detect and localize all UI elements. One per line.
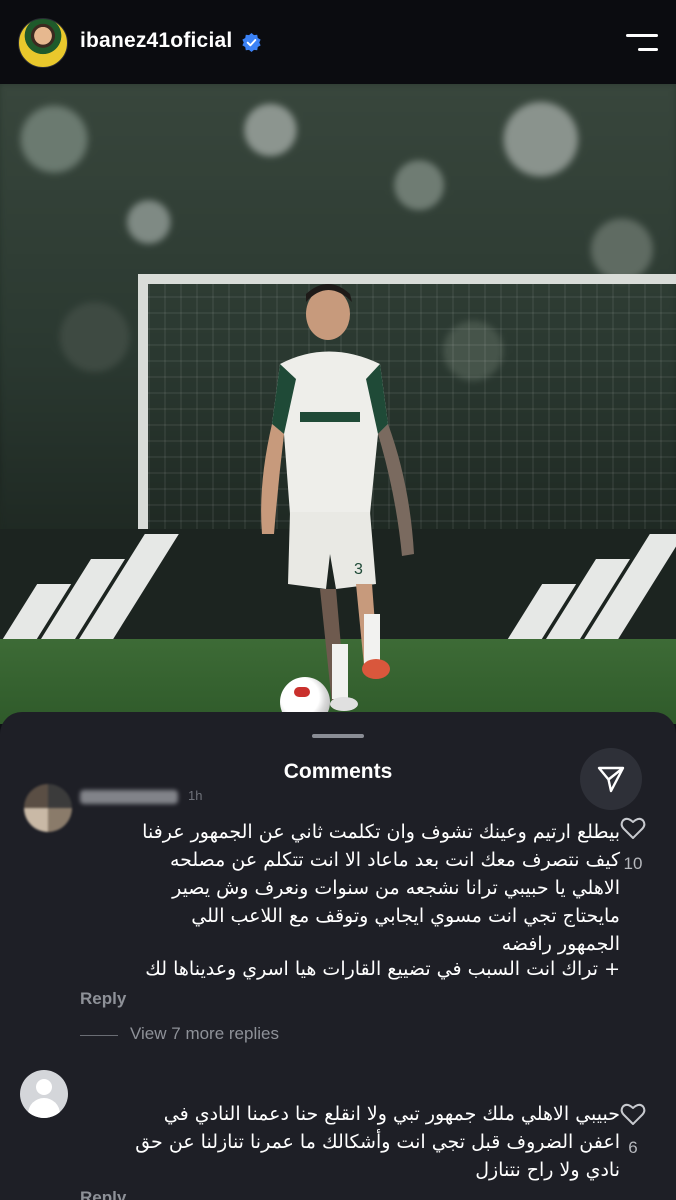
- comment-line: كيف نتصرف معك انت بعد ماعاد الا انت تتكل…: [169, 849, 620, 871]
- comment-line: الاهلي يا حبيبي ترانا نشجعه من سنوات ونع…: [172, 877, 620, 899]
- comment-line: نادي ولا راح نتنازل: [475, 1159, 620, 1181]
- replies-divider: [80, 1035, 118, 1036]
- heart-icon[interactable]: [620, 816, 646, 840]
- commenter-username[interactable]: [80, 790, 178, 804]
- like-count: 10: [623, 854, 643, 873]
- comment-line: حبيبي الاهلي ملك جمهور تبي ولا انقلع حنا…: [163, 1103, 620, 1125]
- comment-time: 1h: [188, 788, 203, 803]
- username[interactable]: ibanez41oficial: [80, 29, 232, 53]
- sheet-title: Comments: [283, 760, 393, 783]
- like-count: 6: [628, 1138, 638, 1157]
- comment-line: + تراك انت السبب في تضييع القارات هيا اس…: [145, 958, 620, 980]
- comment-line: اعفن الضروف قبل تجي انت وأشكالك ما عمرنا…: [135, 1131, 620, 1153]
- profile-avatar[interactable]: [18, 18, 68, 68]
- comment-line: الجمهور رافضه: [501, 933, 620, 955]
- comment-line: مايحتاج تجي انت مسوي ايجابي وتوقف مع الل…: [191, 905, 620, 927]
- post-photo[interactable]: 3: [0, 84, 676, 724]
- send-icon: [597, 766, 625, 793]
- reply-button[interactable]: Reply: [80, 1188, 126, 1200]
- heart-icon[interactable]: [620, 1102, 646, 1126]
- verified-badge-icon: [242, 33, 261, 52]
- comment-line: بيطلع ارتيم وعينك تشوف وان تكلمت ثاني عن…: [142, 821, 620, 843]
- hamburger-menu-icon[interactable]: [626, 34, 658, 54]
- default-avatar-icon[interactable]: [20, 1070, 68, 1118]
- view-replies-button[interactable]: View 7 more replies: [130, 1024, 279, 1044]
- profile-header: ibanez41oficial: [0, 0, 676, 84]
- comments-sheet: Comments 1h بيطلع ارتيم وعينك تشوف وان ت…: [0, 712, 676, 1200]
- football-player: 3: [261, 284, 414, 711]
- commenter-avatar[interactable]: [24, 784, 72, 832]
- reply-button[interactable]: Reply: [80, 989, 126, 1009]
- share-button[interactable]: [580, 748, 642, 810]
- svg-text:3: 3: [354, 561, 363, 578]
- drag-handle[interactable]: [312, 734, 364, 738]
